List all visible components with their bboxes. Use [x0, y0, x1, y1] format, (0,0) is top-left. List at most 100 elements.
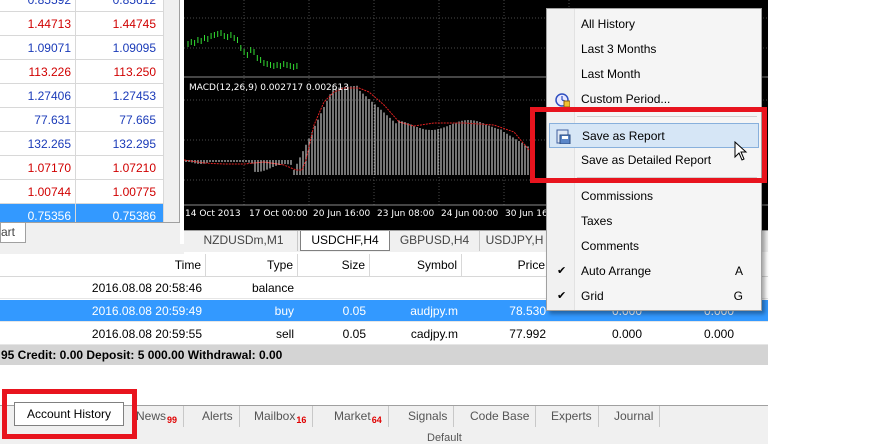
macd-indicator-label: MACD(12,26,9) 0.002717 0.002613 — [189, 83, 349, 93]
bid-price: 0.75356 — [0, 204, 76, 222]
market-watch-row[interactable]: 0.75356 0.75386 — [0, 204, 179, 222]
menu-item-custom-period[interactable]: Custom Period... — [549, 87, 759, 112]
chart-tab[interactable]: USDCHF,H4 — [300, 231, 390, 251]
terminal-tab[interactable]: Alerts — [196, 406, 240, 427]
column-header-time[interactable]: Time — [0, 254, 206, 277]
cell-price — [462, 277, 550, 299]
market-watch-row[interactable]: 77.631 77.665 — [0, 108, 179, 132]
terminal-tab[interactable]: Mailbox16 — [248, 406, 314, 427]
account-summary: 95 Credit: 0.00 Deposit: 5 000.00 Withdr… — [0, 345, 768, 365]
market-watch-row[interactable]: 113.226 113.250 — [0, 60, 179, 84]
time-axis-label: 14 Oct 2013 — [185, 209, 241, 219]
menu-item-last-month[interactable]: Last Month — [549, 62, 759, 87]
ask-price: 77.665 — [119, 113, 156, 127]
menu-item-label: Taxes — [581, 214, 613, 228]
market-watch-tabs: art — [0, 222, 180, 244]
ask-price: 1.44745 — [112, 17, 156, 31]
menu-item-save-as-detailed-report[interactable]: Save as Detailed Report — [549, 148, 759, 173]
menu-item-auto-arrange[interactable]: ✔ Auto Arrange A — [549, 259, 759, 284]
chart-tab[interactable]: GBPUSD,H4 — [390, 231, 480, 251]
ask-price: 0.85612 — [112, 0, 156, 7]
cell-price: 77.992 — [509, 327, 546, 341]
tab-label: Journal — [614, 409, 654, 423]
menu-item-all-history[interactable]: All History — [549, 12, 759, 37]
market-watch-tab-chart[interactable]: art — [0, 223, 26, 243]
cell-value: 0.000 — [703, 327, 734, 341]
cell-price: 78.530 — [509, 304, 546, 318]
tab-label: Mailbox — [254, 409, 296, 423]
ask-price: 132.295 — [112, 137, 156, 151]
terminal-tab[interactable]: Signals — [402, 406, 455, 427]
menu-item-label: Save as Detailed Report — [581, 153, 712, 167]
menu-separator — [577, 177, 757, 178]
cell-size: 0.05 — [342, 327, 366, 341]
bid-price: 77.631 — [0, 108, 76, 132]
tab-label: Signals — [408, 409, 448, 423]
chart-tab[interactable]: NZDUSDm,M1 — [190, 231, 298, 251]
market-watch-row[interactable]: 1.44713 1.44745 — [0, 12, 179, 36]
terminal-tab[interactable]: Code Base — [464, 406, 537, 427]
column-header-size[interactable]: Size — [298, 254, 370, 277]
macd-histogram — [185, 85, 529, 175]
market-watch-scrollbar[interactable] — [163, 0, 179, 222]
tab-label: Code Base — [470, 409, 530, 423]
tab-label: Experts — [551, 409, 592, 423]
check-icon: ✔ — [557, 265, 567, 277]
menu-item-taxes[interactable]: Taxes — [549, 209, 759, 234]
ask-price: 1.09095 — [112, 41, 156, 55]
tab-label: Market — [334, 409, 371, 423]
menu-item-label: Custom Period... — [581, 92, 671, 106]
column-header-symbol[interactable]: Symbol — [370, 254, 462, 277]
menu-item-label: Save as Report — [582, 129, 665, 143]
history-context-menu: All History Last 3 Months Last Month Custom… — [546, 8, 762, 311]
bid-price: 1.00744 — [0, 180, 76, 204]
bid-price: 1.27406 — [0, 84, 76, 108]
column-header-price[interactable]: Price — [462, 254, 550, 277]
market-watch-row[interactable]: 1.09071 1.09095 — [0, 36, 179, 60]
menu-item-commissions[interactable]: Commissions — [549, 184, 759, 209]
mouse-cursor-icon — [734, 141, 748, 161]
menu-item-label: Last Month — [581, 67, 641, 81]
terminal-tab[interactable]: Journal — [608, 406, 661, 427]
cell-size — [298, 277, 370, 299]
tab-account-history[interactable]: Account History — [14, 402, 124, 426]
cell-time: 2016.08.08 20:58:46 — [91, 281, 202, 295]
table-row[interactable]: 2016.08.08 20:59:55 sell 0.05 cadjpy.m 77.99… — [0, 323, 768, 345]
market-watch-row[interactable]: 0.85592 0.85612 — [0, 0, 179, 12]
time-axis-label: 24 Jun 00:00 — [441, 209, 499, 219]
check-icon: ✔ — [557, 290, 567, 302]
menu-item-save-as-report[interactable]: Save as Report — [549, 123, 759, 148]
save-report-icon — [556, 129, 571, 144]
market-watch-row[interactable]: 1.27406 1.27453 — [0, 84, 179, 108]
calendar-clock-icon — [555, 93, 570, 107]
cell-time: 2016.08.08 20:59:49 — [91, 304, 202, 318]
cell-type: sell — [275, 327, 294, 341]
market-watch-row[interactable]: 1.00744 1.00775 — [0, 180, 179, 204]
cell-symbol — [370, 277, 462, 299]
bid-price: 113.226 — [0, 60, 76, 84]
menu-item-last-3-months[interactable]: Last 3 Months — [549, 37, 759, 62]
chart-tab[interactable]: USDJPY,H — [480, 231, 550, 251]
menu-item-comments[interactable]: Comments — [549, 234, 759, 259]
market-watch-row[interactable]: 132.265 132.295 — [0, 132, 179, 156]
cell-value: 0.000 — [611, 327, 642, 341]
menu-item-label: Comments — [581, 239, 640, 253]
menu-separator — [577, 116, 757, 117]
column-header-type[interactable]: Type — [206, 254, 298, 277]
bid-price: 0.85592 — [0, 0, 76, 12]
terminal-tab[interactable]: Experts — [545, 406, 599, 427]
menu-item-label: Commissions — [581, 189, 654, 203]
ask-price: 1.00775 — [112, 185, 156, 199]
ask-price: 1.07210 — [112, 161, 156, 175]
menu-item-grid[interactable]: ✔ Grid G — [549, 284, 759, 309]
ask-price: 1.27453 — [112, 89, 156, 103]
tab-badge: 99 — [167, 415, 178, 425]
ask-price: 113.250 — [113, 65, 157, 79]
market-watch-row[interactable]: 1.07170 1.07210 — [0, 156, 179, 180]
terminal-tab[interactable]: News99 — [130, 406, 185, 427]
terminal-tab[interactable]: Market64 — [328, 406, 389, 427]
bid-price: 1.07170 — [0, 156, 76, 180]
tab-label: News — [136, 409, 167, 423]
market-watch-panel: 0.85592 0.85612 1.44713 1.44745 1.09071 1.090… — [0, 0, 180, 222]
cell-symbol: cadjpy.m — [410, 327, 458, 341]
